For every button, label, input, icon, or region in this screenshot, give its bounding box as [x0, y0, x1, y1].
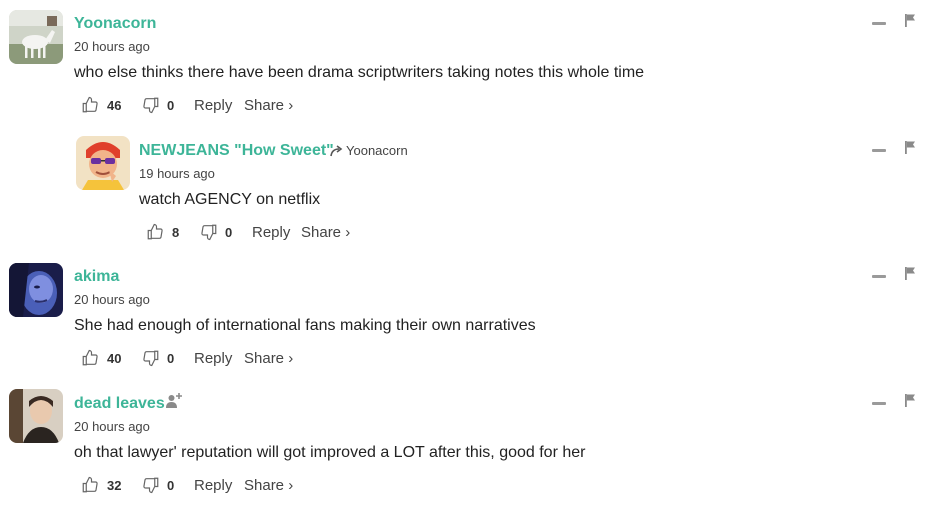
share-button[interactable]: Share › — [301, 223, 350, 243]
comment-text: watch AGENCY on netflix — [139, 191, 321, 208]
like-count: 32 — [107, 478, 122, 493]
username[interactable]: dead leaves — [74, 395, 165, 413]
comment-actions: 8 0 Reply Share › — [146, 223, 386, 243]
username[interactable]: Yoonacorn — [74, 15, 156, 33]
comment-reply: NEWJEANS "How Sweet" Yoonacorn 19 hours … — [0, 127, 925, 247]
flag-icon[interactable] — [905, 267, 916, 285]
timestamp: 20 hours ago — [74, 292, 150, 307]
thumbs-down-icon[interactable] — [142, 96, 160, 114]
comment: akima 20 hours ago She had enough of int… — [0, 253, 925, 373]
username[interactable]: NEWJEANS "How Sweet" — [139, 142, 334, 160]
thumbs-up-icon[interactable] — [81, 349, 99, 367]
minimize-icon[interactable] — [872, 149, 886, 152]
timestamp: 20 hours ago — [74, 419, 150, 434]
reply-to-label[interactable]: Yoonacorn — [330, 143, 408, 159]
share-button[interactable]: Share › — [244, 349, 293, 369]
like-count: 8 — [172, 225, 180, 240]
avatar[interactable] — [9, 389, 63, 443]
thumbs-down-icon[interactable] — [200, 223, 218, 241]
flag-icon[interactable] — [905, 394, 916, 412]
minimize-icon[interactable] — [872, 22, 886, 25]
comment: dead leaves 20 hours ago oh that lawyer'… — [0, 380, 925, 500]
timestamp: 19 hours ago — [139, 166, 215, 181]
reply-button[interactable]: Reply — [194, 96, 232, 116]
comment-actions: 40 0 Reply Share › — [81, 349, 321, 369]
username[interactable]: akima — [74, 268, 119, 286]
blue-face-avatar-icon — [9, 263, 63, 317]
comment-text: She had enough of international fans mak… — [74, 317, 536, 334]
avatar[interactable] — [76, 136, 130, 190]
reply-to-username: Yoonacorn — [346, 143, 408, 158]
white-horse-avatar-icon — [9, 10, 63, 64]
minimize-icon[interactable] — [872, 402, 886, 405]
flag-icon[interactable] — [905, 141, 916, 159]
comment-text: oh that lawyer' reputation will got impr… — [74, 444, 586, 461]
thumbs-down-icon[interactable] — [142, 349, 160, 367]
avatar[interactable] — [9, 263, 63, 317]
thumbs-up-icon[interactable] — [81, 476, 99, 494]
share-button[interactable]: Share › — [244, 476, 293, 496]
reply-button[interactable]: Reply — [194, 349, 232, 369]
cartoon-character-avatar-icon — [76, 136, 130, 190]
reply-arrow-icon — [330, 145, 343, 157]
person-photo-avatar-icon — [9, 389, 63, 443]
like-count: 40 — [107, 351, 122, 366]
reply-button[interactable]: Reply — [194, 476, 232, 496]
flag-icon[interactable] — [905, 14, 916, 32]
like-count: 46 — [107, 98, 122, 113]
dislike-count: 0 — [167, 98, 175, 113]
comment-actions: 32 0 Reply Share › — [81, 476, 321, 496]
reply-button[interactable]: Reply — [252, 223, 290, 243]
thumbs-up-icon[interactable] — [146, 223, 164, 241]
thumbs-up-icon[interactable] — [81, 96, 99, 114]
comment: Yoonacorn 20 hours ago who else thinks t… — [0, 0, 925, 120]
dislike-count: 0 — [167, 478, 175, 493]
dislike-count: 0 — [225, 225, 233, 240]
follow-user-icon[interactable] — [165, 392, 183, 415]
share-button[interactable]: Share › — [244, 96, 293, 116]
comment-text: who else thinks there have been drama sc… — [74, 64, 645, 81]
comment-actions: 46 0 Reply Share › — [81, 96, 321, 116]
avatar[interactable] — [9, 10, 63, 64]
thumbs-down-icon[interactable] — [142, 476, 160, 494]
minimize-icon[interactable] — [872, 275, 886, 278]
timestamp: 20 hours ago — [74, 39, 150, 54]
dislike-count: 0 — [167, 351, 175, 366]
